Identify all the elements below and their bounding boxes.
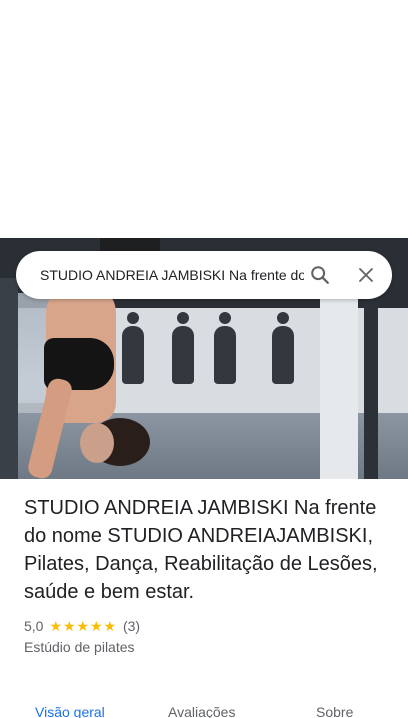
rating-value: 5,0 (24, 618, 44, 634)
tab-reviews[interactable]: Avaliações (168, 703, 235, 718)
star-rating: ★ ★ ★ ★ ★ (49, 619, 117, 633)
review-count[interactable]: (3) (123, 617, 140, 635)
place-tabs: Visão geral Avaliações Sobre (0, 700, 408, 718)
search-input[interactable]: STUDIO ANDREIA JAMBISKI Na frente do nom… (40, 266, 304, 284)
star-icon: ★ (76, 618, 90, 634)
tab-overview[interactable]: Visão geral (35, 703, 105, 718)
tab-about[interactable]: Sobre (316, 703, 353, 718)
wall-figure (272, 312, 294, 384)
photo-pillar (0, 278, 18, 479)
search-icon[interactable] (305, 261, 335, 289)
search-bar[interactable]: STUDIO ANDREIA JAMBISKI Na frente do nom… (16, 251, 392, 299)
close-icon[interactable] (351, 260, 381, 290)
map-area-blank (0, 0, 408, 238)
place-info: STUDIO ANDREIA JAMBISKI Na frente do nom… (24, 494, 396, 656)
photo-pillar (320, 278, 358, 479)
star-icon: ★ (103, 618, 117, 634)
star-icon: ★ (49, 618, 63, 634)
star-icon: ★ (62, 618, 76, 634)
wall-figure (214, 312, 236, 384)
rating-row[interactable]: 5,0 ★ ★ ★ ★ ★ (3) (24, 617, 396, 635)
wall-figure (172, 312, 194, 384)
place-title: STUDIO ANDREIA JAMBISKI Na frente do nom… (24, 497, 378, 603)
place-category[interactable]: Estúdio de pilates (24, 638, 396, 656)
star-icon: ★ (89, 618, 103, 634)
photo-pillar (364, 278, 378, 479)
